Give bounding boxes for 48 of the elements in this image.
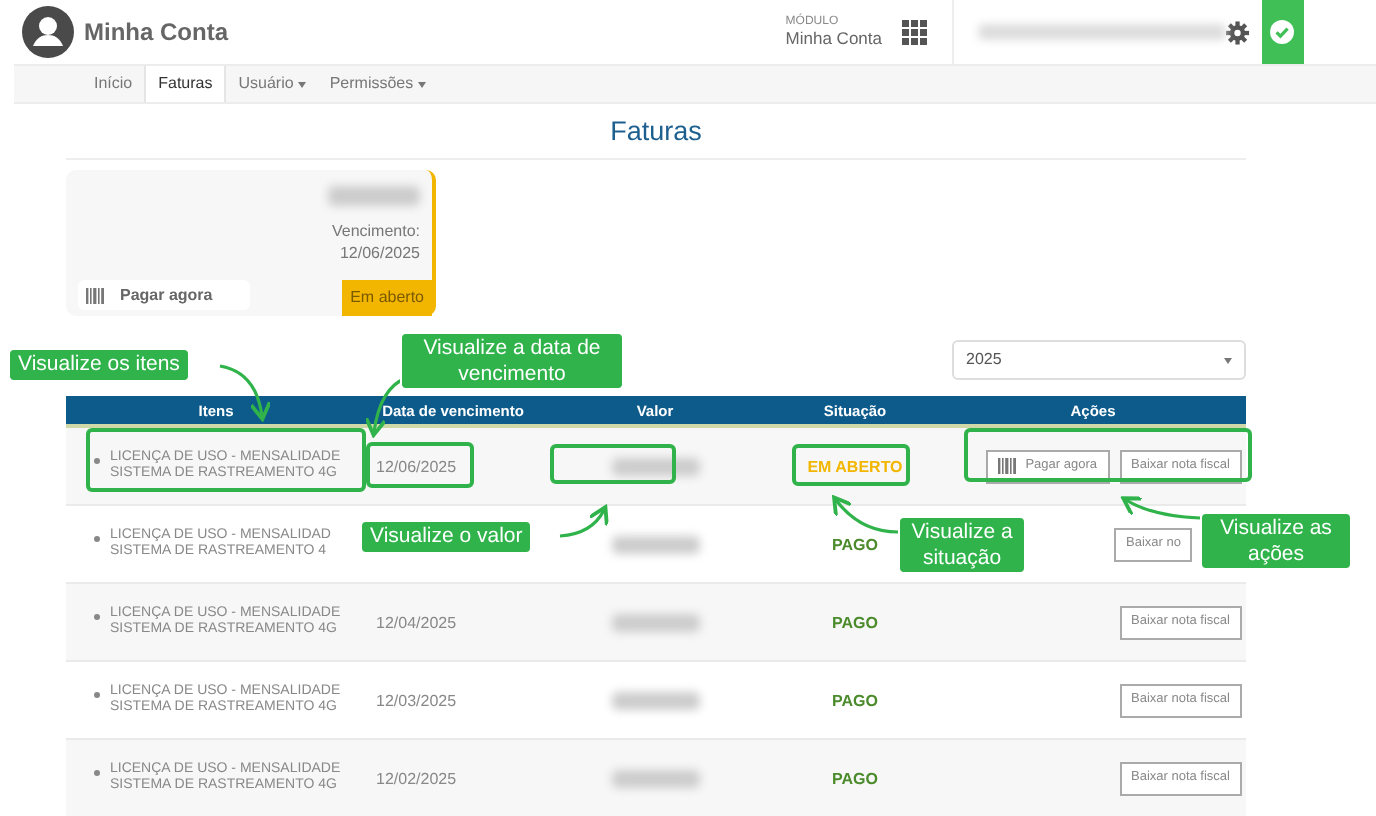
due-date: 12/02/2025 xyxy=(374,770,457,788)
due-date: 12/06/2025 xyxy=(337,243,422,265)
redacted-value xyxy=(611,457,699,476)
redacted-amount xyxy=(328,186,420,207)
page-title: Faturas xyxy=(66,112,1246,161)
bullet-icon xyxy=(94,457,100,463)
barcode-icon xyxy=(997,458,1016,475)
settings-icon xyxy=(1226,19,1250,45)
avatar-icon xyxy=(22,6,74,58)
bullet-icon xyxy=(94,613,100,619)
year-select[interactable]: 2025 xyxy=(952,340,1246,381)
arrow xyxy=(559,505,609,538)
callout-label: Visualize a data de vencimento xyxy=(400,332,624,391)
highlight-frame xyxy=(792,444,910,486)
due-date: 12/04/2025 xyxy=(374,614,457,632)
callout-label: Visualize as ações xyxy=(1200,512,1352,571)
status-text: PAGO xyxy=(832,536,878,554)
pay-now-button[interactable]: Pagar agora xyxy=(78,280,250,311)
status-text: PAGO xyxy=(832,614,878,632)
barcode-icon xyxy=(86,287,104,304)
arrow xyxy=(1121,496,1201,520)
check-icon xyxy=(1270,20,1295,44)
app-title: Minha Conta xyxy=(84,16,228,50)
module-name: Minha Conta xyxy=(785,29,882,48)
nav-tab[interactable]: Usuário xyxy=(226,66,318,102)
callout-label: Visualize a situação xyxy=(898,516,1026,575)
due-date: 12/03/2025 xyxy=(374,692,457,710)
redacted-value xyxy=(611,769,699,788)
nav-tab[interactable]: Permissões xyxy=(317,66,438,102)
bullet-icon xyxy=(94,691,100,697)
callout-label: Visualize o valor xyxy=(360,520,533,554)
bullet-icon xyxy=(94,769,100,775)
due-label: Vencimento: xyxy=(329,222,422,244)
nav-tab[interactable]: Faturas xyxy=(144,66,227,102)
bullet-icon xyxy=(94,535,100,541)
status-text: PAGO xyxy=(832,692,878,710)
apps-grid-icon xyxy=(902,19,928,45)
due-date: 12/06/2025 xyxy=(374,458,457,476)
status-text: EM ABERTO xyxy=(807,458,903,476)
callout-label: Visualize os itens xyxy=(8,348,190,382)
redacted-value xyxy=(611,535,699,554)
redacted-value xyxy=(611,691,699,710)
status-badge: Em aberto xyxy=(342,280,432,317)
highlight-frame xyxy=(550,444,676,484)
arrow xyxy=(832,495,899,534)
nav-tab[interactable]: Início xyxy=(82,66,145,102)
status-text: PAGO xyxy=(832,770,878,788)
redacted-value xyxy=(611,613,699,632)
